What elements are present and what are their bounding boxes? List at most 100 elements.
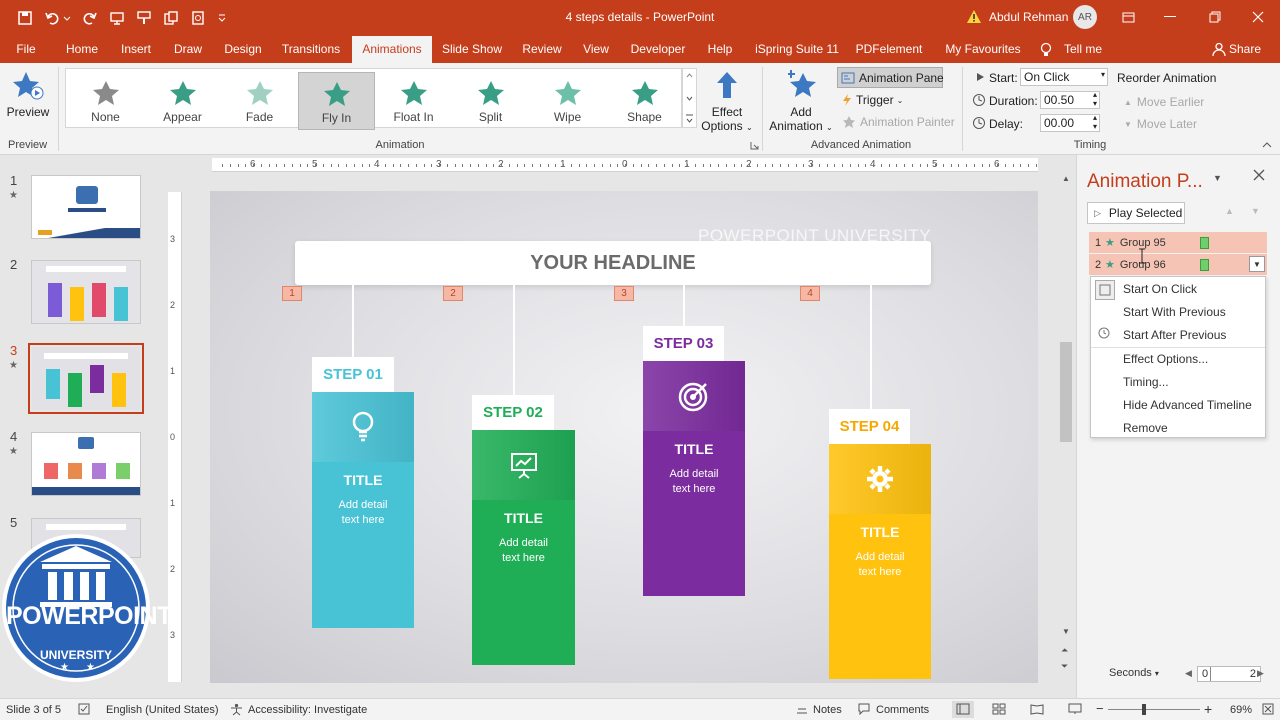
step-card-2[interactable]: TITLE Add detail text here (472, 430, 575, 665)
step-label-3[interactable]: STEP 03 (643, 326, 724, 362)
tell-me-search[interactable]: Tell me (1058, 36, 1108, 63)
close-pane-icon[interactable] (1253, 169, 1265, 181)
step-label-4[interactable]: STEP 04 (829, 409, 910, 445)
tab-help[interactable]: Help (702, 36, 738, 63)
scroll-down-icon[interactable]: ▼ (1062, 627, 1070, 636)
play-selected-button[interactable]: ▷ Play Selected (1087, 202, 1185, 224)
undo-icon[interactable] (42, 8, 62, 28)
animation-option-split[interactable]: Split (452, 72, 529, 130)
animation-marker-2[interactable]: 2 (443, 286, 463, 301)
slide-counter[interactable]: Slide 3 of 5 (6, 704, 61, 716)
animation-option-wipe[interactable]: Wipe (529, 72, 606, 130)
preview-button[interactable]: Preview (6, 67, 50, 129)
warning-icon[interactable] (966, 9, 982, 24)
restore-icon[interactable] (1203, 6, 1227, 28)
step-card-3[interactable]: TITLE Add detail text here (643, 361, 745, 596)
animation-pane-button[interactable]: Animation Pane (837, 67, 944, 88)
ribbon-display-options-icon[interactable] (1116, 6, 1140, 28)
normal-view-icon[interactable] (952, 701, 974, 718)
copy-icon[interactable] (161, 8, 181, 28)
language-status[interactable]: English (United States) (106, 704, 219, 716)
trigger-button[interactable]: Trigger ⌄ (842, 93, 903, 107)
notes-button[interactable]: Notes (813, 704, 842, 716)
presentation-start-icon[interactable] (107, 8, 127, 28)
item-dropdown-icon[interactable]: ▼ (1249, 256, 1265, 272)
slide-scrollbar[interactable]: ▲ ▼ ⏶ ⏷ (1058, 172, 1074, 682)
tab-draw[interactable]: Draw (168, 36, 208, 63)
seconds-dropdown[interactable]: Seconds ▾ (1109, 667, 1159, 679)
animation-option-appear[interactable]: Appear (144, 72, 221, 130)
brush-icon[interactable] (134, 8, 154, 28)
accessibility-status[interactable]: Accessibility: Investigate (248, 704, 367, 716)
dialog-launcher-icon[interactable] (750, 141, 759, 150)
animation-option-float-in[interactable]: Float In (375, 72, 452, 130)
tab-developer[interactable]: Developer (626, 36, 690, 63)
user-name[interactable]: Abdul Rehman (989, 10, 1068, 24)
add-animation-button[interactable]: Add Animation ⌄ (768, 67, 834, 137)
animation-painter-button[interactable]: Animation Painter (842, 115, 955, 129)
move-up-icon[interactable]: ▲ (1225, 206, 1234, 216)
animation-item-2[interactable]: 2 ★ Group 96 ▼ (1089, 254, 1267, 275)
slide-canvas[interactable]: POWERPOINT UNIVERSITY YOUR HEADLINE 1 STE… (210, 191, 1038, 683)
tab-ispring[interactable]: iSpring Suite 11 (752, 36, 842, 63)
minimize-icon[interactable] (1158, 6, 1182, 28)
spellcheck-icon[interactable] (78, 703, 90, 715)
animation-option-none[interactable]: None (67, 72, 144, 130)
gallery-scroll[interactable] (682, 68, 697, 128)
slide-sorter-icon[interactable] (992, 703, 1006, 715)
tab-design[interactable]: Design (220, 36, 266, 63)
comments-icon[interactable] (858, 703, 870, 715)
scroll-up-icon[interactable]: ▲ (1062, 174, 1070, 183)
tab-animations[interactable]: Animations (352, 36, 432, 63)
start-select[interactable]: On Click ▾ (1020, 68, 1108, 86)
previous-slide-icon[interactable]: ⏶ (1061, 645, 1068, 656)
move-later-button[interactable]: ▼ Move Later (1124, 117, 1197, 131)
slide-thumbnail-2[interactable] (31, 260, 141, 324)
zoom-in-icon[interactable]: + (1204, 701, 1212, 717)
tab-insert[interactable]: Insert (116, 36, 156, 63)
timeline-right-icon[interactable]: ▶ (1257, 668, 1264, 679)
tab-review[interactable]: Review (518, 36, 566, 63)
zoom-level[interactable]: 69% (1230, 704, 1252, 716)
animation-option-shape[interactable]: Shape (606, 72, 683, 130)
next-slide-icon[interactable]: ⏷ (1061, 661, 1068, 672)
scroll-thumb[interactable] (1060, 342, 1072, 442)
tab-home[interactable]: Home (60, 36, 104, 63)
tab-slide-show[interactable]: Slide Show (440, 36, 504, 63)
move-earlier-button[interactable]: ▲ Move Earlier (1124, 95, 1204, 109)
step-card-1[interactable]: TITLE Add detail text here (312, 392, 414, 628)
timeline-left-icon[interactable]: ◀ (1185, 668, 1192, 679)
tab-pdfelement[interactable]: PDFelement (852, 36, 926, 63)
reading-view-icon[interactable] (1030, 703, 1044, 715)
animation-option-fly-in[interactable]: Fly In (298, 72, 375, 130)
slide-thumbnail-4[interactable] (31, 432, 141, 496)
tab-my-favourites[interactable]: My Favourites (938, 36, 1028, 63)
step-label-2[interactable]: STEP 02 (472, 395, 554, 431)
avatar[interactable]: AR (1073, 5, 1097, 29)
animation-item-1[interactable]: 1 ★ Group 95 (1089, 232, 1267, 253)
slide-thumbnail-3-selected[interactable] (28, 343, 144, 414)
collapse-ribbon-icon[interactable] (1262, 141, 1272, 149)
accessibility-icon[interactable] (230, 703, 243, 716)
share-button[interactable]: Share (1228, 36, 1262, 63)
redo-icon[interactable] (80, 8, 100, 28)
slide-thumbnail-1[interactable] (31, 175, 141, 239)
comments-button[interactable]: Comments (876, 704, 929, 716)
print-preview-icon[interactable] (188, 8, 208, 28)
save-icon[interactable] (15, 8, 35, 28)
fit-to-window-icon[interactable] (1262, 703, 1274, 715)
menu-hide-advanced-timeline[interactable]: Hide Advanced Timeline (1123, 398, 1252, 412)
menu-effect-options[interactable]: Effect Options... (1123, 352, 1208, 366)
animation-marker-1[interactable]: 1 (282, 286, 302, 301)
tab-view[interactable]: View (578, 36, 614, 63)
notes-icon[interactable] (796, 703, 808, 715)
step-label-1[interactable]: STEP 01 (312, 357, 394, 393)
menu-start-with-previous[interactable]: Start With Previous (1123, 305, 1226, 319)
timeline-scale[interactable]: 0 2 (1197, 666, 1261, 682)
animation-option-fade[interactable]: Fade (221, 72, 298, 130)
move-down-icon[interactable]: ▼ (1251, 206, 1260, 216)
menu-remove[interactable]: Remove (1123, 421, 1168, 435)
tab-transitions[interactable]: Transitions (278, 36, 344, 63)
duration-input[interactable]: 00.50 ▴ ▾ (1040, 90, 1100, 109)
menu-start-after-previous[interactable]: Start After Previous (1123, 328, 1226, 342)
